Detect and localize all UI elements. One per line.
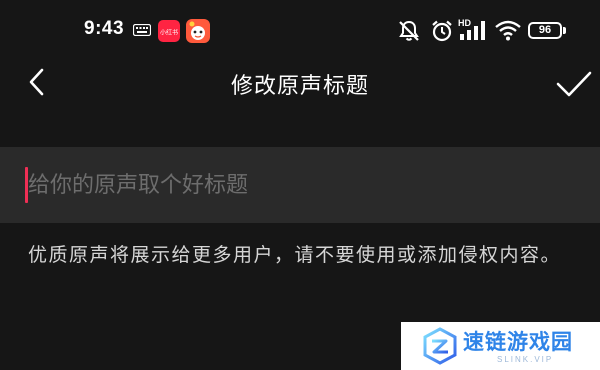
battery-icon: 96 xyxy=(528,22,562,39)
title-input-wrap xyxy=(0,147,600,223)
watermark-logo-icon xyxy=(423,327,457,365)
title-input[interactable] xyxy=(28,165,568,205)
network-label: HD xyxy=(458,18,471,28)
watermark-sub: SLINK.VIP xyxy=(497,355,554,364)
status-time: 9:43 xyxy=(84,18,125,39)
hd-signal-icon: HD xyxy=(458,18,485,40)
header: 修改原声标题 xyxy=(0,58,600,108)
app-icon: 小红书 xyxy=(158,20,180,42)
page-title: 修改原声标题 xyxy=(230,74,369,99)
watermark: 速链游戏园 SLINK.VIP xyxy=(401,322,600,370)
hint-text: 优质原声将展示给更多用户，请不要使用或添加侵权内容。 xyxy=(28,244,562,266)
screen: 9:43 小红书 HD 96 修改原声标题 给你的原声取个好标题 优质原声将展示… xyxy=(0,0,600,370)
watermark-brand: 速链游戏园 xyxy=(463,330,573,354)
mute-icon xyxy=(399,20,419,41)
checkmark-icon xyxy=(556,71,592,97)
app-badge-text: 小红书 xyxy=(160,29,178,37)
keyboard-icon xyxy=(133,24,151,36)
cartoon-app-icon xyxy=(186,19,210,43)
confirm-button[interactable] xyxy=(554,66,594,102)
battery-tip xyxy=(563,27,566,34)
wifi-icon xyxy=(495,20,521,41)
alarm-icon xyxy=(432,20,452,42)
status-bar: 9:43 小红书 HD 96 xyxy=(0,0,600,58)
